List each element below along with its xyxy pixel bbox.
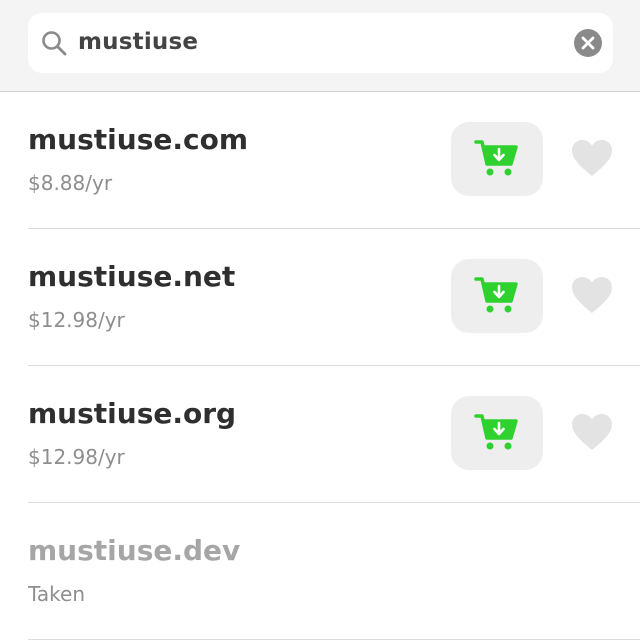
domain-price: $12.98/yr — [28, 308, 125, 332]
domain-row-taken: mustiuse.dev Taken — [28, 503, 640, 640]
domain-status: Taken — [28, 582, 86, 606]
domain-row[interactable]: mustiuse.org $12.98/yr — [28, 366, 640, 503]
search-input[interactable]: mustiuse — [78, 27, 198, 57]
cart-icon — [474, 140, 518, 176]
cart-icon — [474, 277, 518, 313]
heart-icon[interactable] — [570, 275, 614, 315]
domain-name: mustiuse.net — [28, 260, 236, 293]
search-header: mustiuse — [0, 0, 640, 92]
domain-name: mustiuse.org — [28, 397, 237, 430]
add-to-cart-button[interactable] — [451, 122, 543, 196]
add-to-cart-button[interactable] — [451, 259, 543, 333]
add-to-cart-button[interactable] — [451, 396, 543, 470]
heart-icon[interactable] — [570, 138, 614, 178]
search-bar[interactable]: mustiuse — [28, 13, 613, 73]
domain-row[interactable]: mustiuse.net $12.98/yr — [28, 229, 640, 366]
domain-row[interactable]: mustiuse.com $8.88/yr — [28, 92, 640, 229]
domain-price: $8.88/yr — [28, 171, 113, 195]
domain-name: mustiuse.dev — [28, 534, 241, 567]
domain-price: $12.98/yr — [28, 445, 125, 469]
results-list: mustiuse.com $8.88/yr mustiuse.net $12.9… — [0, 92, 640, 640]
domain-name: mustiuse.com — [28, 123, 248, 156]
heart-icon[interactable] — [570, 412, 614, 452]
clear-icon[interactable] — [574, 29, 602, 57]
search-icon — [42, 31, 67, 56]
cart-icon — [474, 414, 518, 450]
